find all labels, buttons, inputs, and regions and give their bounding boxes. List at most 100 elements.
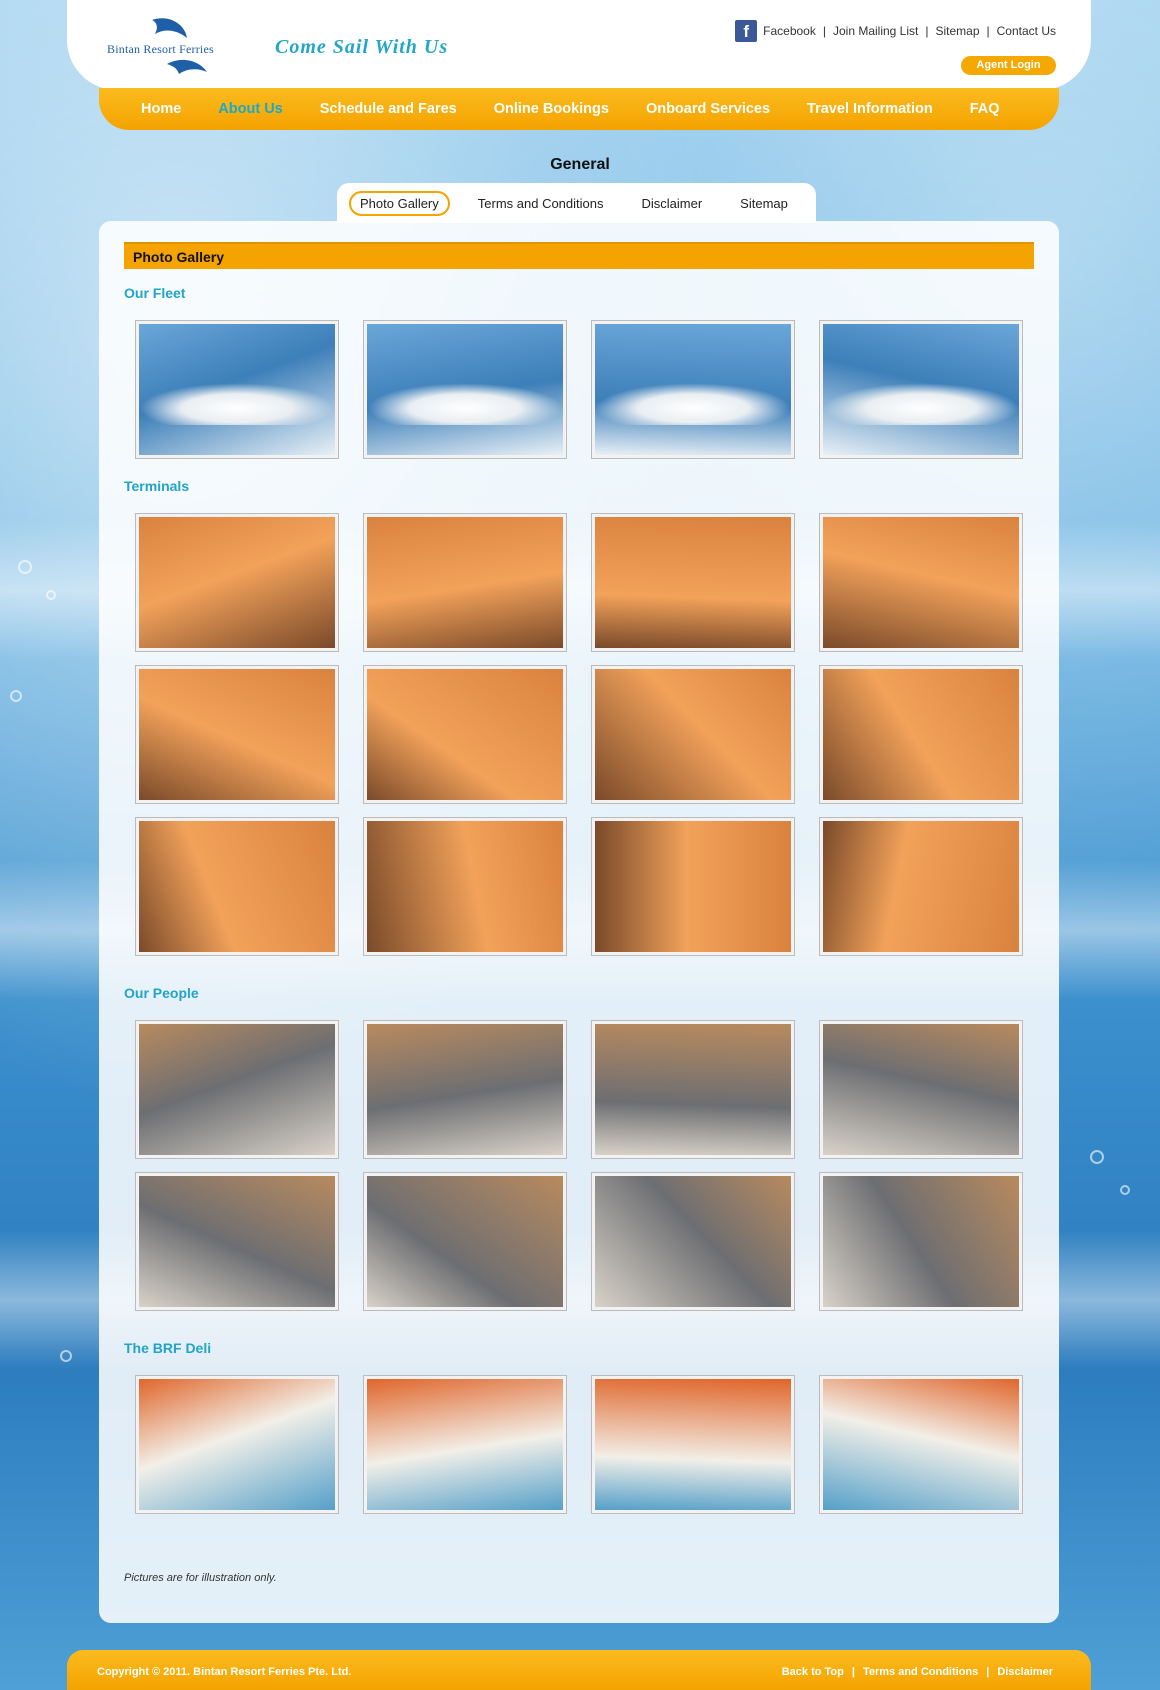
gallery-thumbnail[interactable] <box>819 1020 1023 1159</box>
separator: | <box>925 24 929 38</box>
gallery-thumbnail[interactable] <box>135 1172 339 1311</box>
separator: | <box>986 24 990 38</box>
gallery-photo <box>139 1176 335 1307</box>
category-our-people: Our People <box>124 985 199 1001</box>
link-contact-us[interactable]: Contact Us <box>997 24 1056 38</box>
nav-onboard-services[interactable]: Onboard Services <box>646 101 770 117</box>
category-our-fleet: Our Fleet <box>124 285 186 301</box>
gallery-photo <box>595 517 791 648</box>
gallery-photo <box>595 821 791 952</box>
gallery-thumbnail[interactable] <box>363 817 567 956</box>
nav-home[interactable]: Home <box>141 101 181 117</box>
gallery-thumbnail[interactable] <box>135 817 339 956</box>
gallery-thumbnail[interactable] <box>135 320 339 459</box>
gallery-thumbnail[interactable] <box>819 513 1023 652</box>
gallery-thumbnail[interactable] <box>591 513 795 652</box>
site-header: Bintan Resort Ferries Come Sail With Us … <box>67 0 1091 90</box>
gallery-photo <box>823 1379 1019 1510</box>
gallery-photo <box>367 821 563 952</box>
gallery-photo <box>595 324 791 455</box>
gallery-thumbnail[interactable] <box>363 665 567 804</box>
gallery-photo <box>367 1024 563 1155</box>
gallery-thumbnail[interactable] <box>135 1020 339 1159</box>
gallery-thumbnail[interactable] <box>363 513 567 652</box>
separator: | <box>986 1666 990 1678</box>
tab-terms-conditions[interactable]: Terms and Conditions <box>468 191 614 216</box>
gallery-photo <box>367 517 563 648</box>
gallery-thumbnail[interactable] <box>591 320 795 459</box>
bubble <box>60 1350 72 1362</box>
gallery-thumbnail[interactable] <box>363 320 567 459</box>
gallery-thumbnail[interactable] <box>363 1172 567 1311</box>
gallery-photo <box>139 1024 335 1155</box>
gallery-photo <box>823 517 1019 648</box>
link-facebook[interactable]: Facebook <box>763 24 816 38</box>
ferry-shape <box>595 382 791 425</box>
gallery-thumbnail[interactable] <box>591 1375 795 1514</box>
ferry-shape <box>823 382 1019 425</box>
gallery-photo <box>595 669 791 800</box>
bubble <box>1120 1185 1130 1195</box>
agent-login-button[interactable]: Agent Login <box>961 56 1056 75</box>
separator: | <box>851 1666 855 1678</box>
gallery-thumbnail[interactable] <box>135 513 339 652</box>
link-sitemap[interactable]: Sitemap <box>935 24 979 38</box>
gallery-photo <box>595 1024 791 1155</box>
tab-sitemap[interactable]: Sitemap <box>730 191 798 216</box>
gallery-photo <box>595 1379 791 1510</box>
gallery-thumbnail[interactable] <box>135 665 339 804</box>
content-panel: Photo Gallery Our Fleet Terminals Our Pe… <box>99 221 1059 1623</box>
gallery-thumbnail[interactable] <box>819 320 1023 459</box>
footer-disclaimer[interactable]: Disclaimer <box>997 1666 1053 1678</box>
gallery-photo <box>823 324 1019 455</box>
footer-terms-conditions[interactable]: Terms and Conditions <box>863 1666 978 1678</box>
gallery-thumbnail[interactable] <box>819 817 1023 956</box>
gallery-thumbnail[interactable] <box>819 1172 1023 1311</box>
photo-grid-terminals <box>135 513 1035 969</box>
nav-faq[interactable]: FAQ <box>970 101 1000 117</box>
bubble <box>10 690 22 702</box>
bubble <box>18 560 32 574</box>
gallery-thumbnail[interactable] <box>591 1172 795 1311</box>
brand-logo[interactable]: Bintan Resort Ferries <box>107 16 247 80</box>
gallery-photo <box>139 1379 335 1510</box>
gallery-thumbnail[interactable] <box>819 1375 1023 1514</box>
main-nav: Home About Us Schedule and Fares Online … <box>99 88 1059 130</box>
gallery-thumbnail[interactable] <box>819 665 1023 804</box>
footer-back-to-top[interactable]: Back to Top <box>782 1666 844 1678</box>
ferry-shape <box>139 382 335 425</box>
gallery-photo <box>823 821 1019 952</box>
facebook-icon[interactable]: f <box>735 20 758 42</box>
gallery-thumbnail[interactable] <box>363 1020 567 1159</box>
bubble <box>1090 1150 1104 1164</box>
tab-disclaimer[interactable]: Disclaimer <box>632 191 713 216</box>
gallery-photo <box>367 1379 563 1510</box>
nav-schedule-fares[interactable]: Schedule and Fares <box>320 101 457 117</box>
nav-online-bookings[interactable]: Online Bookings <box>494 101 609 117</box>
brand-name: Bintan Resort Ferries <box>107 42 214 56</box>
gallery-thumbnail[interactable] <box>591 817 795 956</box>
nav-about-us[interactable]: About Us <box>218 101 282 117</box>
top-links: f Facebook | Join Mailing List | Sitemap… <box>735 20 1056 42</box>
site-footer: Copyright © 2011. Bintan Resort Ferries … <box>67 1650 1091 1690</box>
gallery-photo <box>823 1024 1019 1155</box>
gallery-thumbnail[interactable] <box>135 1375 339 1514</box>
sub-tabs: Photo Gallery Terms and Conditions Discl… <box>337 183 816 223</box>
gallery-photo <box>139 821 335 952</box>
link-mailing-list[interactable]: Join Mailing List <box>833 24 918 38</box>
category-brf-deli: The BRF Deli <box>124 1340 212 1356</box>
bubble <box>46 590 56 600</box>
nav-travel-information[interactable]: Travel Information <box>807 101 933 117</box>
gallery-thumbnail[interactable] <box>591 1020 795 1159</box>
footer-links: Back to Top | Terms and Conditions | Dis… <box>782 1666 1053 1678</box>
photo-grid-fleet <box>135 320 1035 472</box>
tab-photo-gallery[interactable]: Photo Gallery <box>349 190 450 216</box>
copyright-text: Copyright © 2011. Bintan Resort Ferries … <box>97 1666 352 1678</box>
gallery-photo <box>139 324 335 455</box>
gallery-thumbnail[interactable] <box>591 665 795 804</box>
gallery-thumbnail[interactable] <box>363 1375 567 1514</box>
photo-grid-people <box>135 1020 1035 1324</box>
gallery-photo <box>823 1176 1019 1307</box>
ferry-shape <box>367 382 563 425</box>
gallery-photo <box>139 669 335 800</box>
